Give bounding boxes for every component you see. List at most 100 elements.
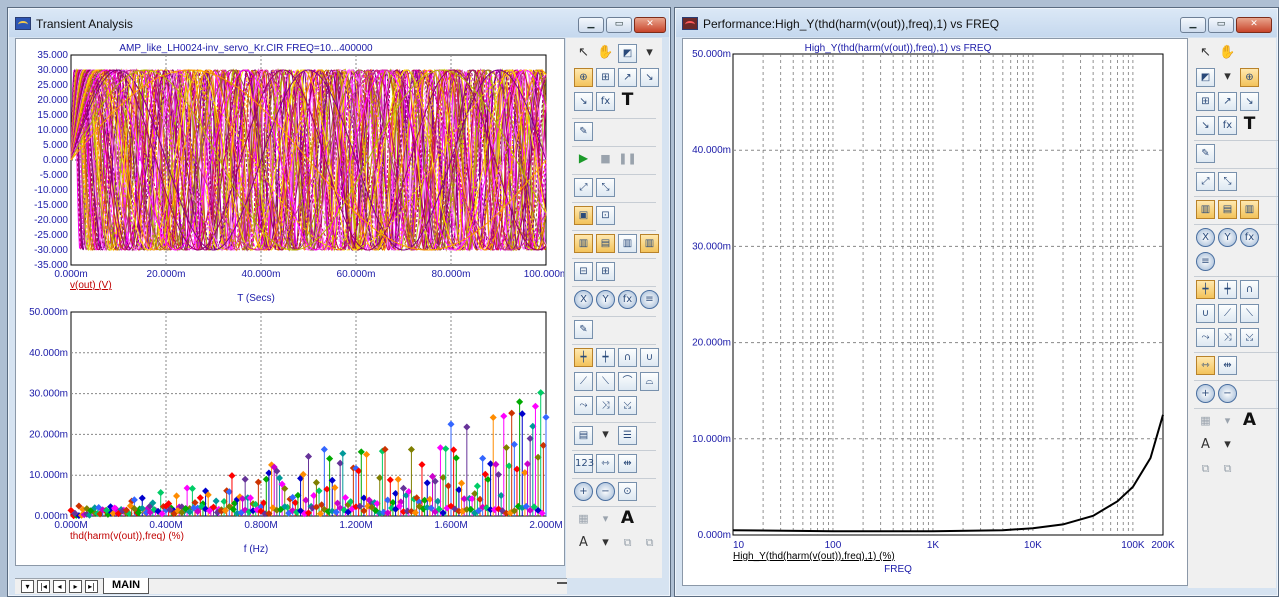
trend-alt-icon[interactable]: ⤨ <box>1218 328 1237 347</box>
table-icon[interactable]: ▤ <box>574 426 593 445</box>
low-icon[interactable]: ∪ <box>1196 304 1215 323</box>
zoom-box-icon[interactable]: ⊕ <box>574 68 593 87</box>
text-style-dropdown-icon[interactable]: ▾ <box>1218 436 1237 455</box>
zoom-in-icon[interactable]: + <box>574 482 593 501</box>
peak-icon[interactable]: ┿ <box>574 348 593 367</box>
first-tab-icon[interactable]: |◂ <box>37 580 50 593</box>
slope-icon[interactable]: ⟋ <box>1218 304 1237 323</box>
cursor-y-icon[interactable]: Y <box>1218 228 1237 247</box>
zoom-box-icon[interactable]: ⊕ <box>1240 68 1259 87</box>
cursor-alt-icon[interactable]: ⤡ <box>1218 172 1237 191</box>
cursor-fx-icon[interactable]: fx <box>618 290 637 309</box>
text-style-dropdown-icon[interactable]: ▾ <box>596 534 615 553</box>
cursor-menu-icon[interactable]: ≡ <box>640 290 659 309</box>
text-style-icon[interactable]: A <box>574 534 593 553</box>
zoom-out-icon[interactable]: − <box>596 482 615 501</box>
stop-icon[interactable]: ■ <box>596 150 615 169</box>
cursor-menu-icon[interactable]: ≡ <box>1196 252 1215 271</box>
zoom-fit-icon[interactable]: ⊞ <box>596 68 615 87</box>
next-tab-icon[interactable]: ▸ <box>69 580 82 593</box>
tab-main[interactable]: MAIN <box>103 578 150 594</box>
pause-icon[interactable]: ❚❚ <box>618 150 637 169</box>
maximize-button[interactable]: ▭ <box>606 17 632 33</box>
horiz-grid-icon[interactable]: ⊟ <box>574 262 593 281</box>
zoom-x-icon[interactable]: ↗ <box>618 68 637 87</box>
stack-icon[interactable]: ▥ <box>574 234 593 253</box>
cursor-alt-icon[interactable]: ⤡ <box>596 178 615 197</box>
zoom-in-icon[interactable]: + <box>1196 384 1215 403</box>
span-icon[interactable]: ⇿ <box>1196 356 1215 375</box>
maximize-button[interactable]: ▭ <box>1208 17 1234 33</box>
slope-icon[interactable]: ⟋ <box>574 372 593 391</box>
prev-tab-icon[interactable]: ◂ <box>53 580 66 593</box>
function-icon[interactable]: fx <box>596 92 615 111</box>
low-icon[interactable]: ∪ <box>640 348 659 367</box>
stack-alt-icon[interactable]: ▤ <box>596 234 615 253</box>
paste-icon[interactable]: ⧉ <box>1218 460 1237 479</box>
layout-dropdown-icon[interactable]: ▾ <box>1218 412 1237 431</box>
zoom-y-icon[interactable]: ↘ <box>1240 92 1259 111</box>
tab-scroll-handle[interactable] <box>557 582 567 590</box>
cursor-icon[interactable]: ⤢ <box>574 178 593 197</box>
function-icon[interactable]: fx <box>1218 116 1237 135</box>
slope-down-icon[interactable]: ⟍ <box>596 372 615 391</box>
view-options-icon[interactable]: ◩ <box>618 44 637 63</box>
curve-icon[interactable]: ⌒ <box>618 372 637 391</box>
paste-icon[interactable]: ⧉ <box>640 534 659 553</box>
zoom-x-icon[interactable]: ↗ <box>1218 92 1237 111</box>
font-icon[interactable]: A <box>618 510 637 529</box>
cursor-icon[interactable]: ⤢ <box>1196 172 1215 191</box>
stack-3-icon[interactable]: ▥ <box>1240 200 1259 219</box>
scale-icon[interactable]: ↘ <box>574 92 593 111</box>
zoom-fit-icon[interactable]: ⊞ <box>1196 92 1215 111</box>
copy-icon[interactable]: ⧉ <box>618 534 637 553</box>
close-button[interactable]: ✕ <box>634 17 666 33</box>
span-alt-icon[interactable]: ⇹ <box>618 454 637 473</box>
scale-icon[interactable]: ↘ <box>1196 116 1215 135</box>
title-bar[interactable]: Transient Analysis ▁ ▭ ✕ <box>9 9 669 37</box>
high-icon[interactable]: ∩ <box>618 348 637 367</box>
span-icon[interactable]: ⇿ <box>596 454 615 473</box>
frame-icon[interactable]: ▣ <box>574 206 593 225</box>
frame-alt-icon[interactable]: ⊡ <box>596 206 615 225</box>
cursor-x-icon[interactable]: X <box>574 290 593 309</box>
zoom-out-icon[interactable]: − <box>1218 384 1237 403</box>
cursor-y-icon[interactable]: Y <box>596 290 615 309</box>
select-arrow-icon[interactable]: ↖ <box>574 44 593 63</box>
layout-dropdown-icon[interactable]: ▾ <box>596 510 615 529</box>
copy-icon[interactable]: ⧉ <box>1196 460 1215 479</box>
table-dropdown-icon[interactable]: ▾ <box>596 426 615 445</box>
text-style-icon[interactable]: A <box>1196 436 1215 455</box>
dropdown-icon[interactable]: ▾ <box>640 44 659 63</box>
stack-4-icon[interactable]: ▥ <box>640 234 659 253</box>
minimize-button[interactable]: ▁ <box>1180 17 1206 33</box>
span-alt-icon[interactable]: ⇹ <box>1218 356 1237 375</box>
stack-3-icon[interactable]: ▥ <box>618 234 637 253</box>
trend-icon[interactable]: ⤳ <box>574 396 593 415</box>
dropdown-icon[interactable]: ▾ <box>1218 68 1237 87</box>
font-icon[interactable]: A <box>1240 412 1259 431</box>
peak-icon[interactable]: ┿ <box>1196 280 1215 299</box>
numbers-icon[interactable]: 123 <box>574 454 594 473</box>
title-bar[interactable]: Performance:High_Y(thd(harm(v(out)),freq… <box>676 9 1277 37</box>
tab-menu-icon[interactable]: ▾ <box>21 580 34 593</box>
stack-alt-icon[interactable]: ▤ <box>1218 200 1237 219</box>
perf-y-label[interactable]: High_Y(thd(harm(v(out)),freq),1) (%) <box>733 551 895 562</box>
slope-down-icon[interactable]: ⟍ <box>1240 304 1259 323</box>
top-y-label[interactable]: v(out) (V) <box>70 280 112 291</box>
last-tab-icon[interactable]: ▸| <box>85 580 98 593</box>
properties-icon[interactable]: ✎ <box>1196 144 1215 163</box>
edit-icon[interactable]: ✎ <box>574 320 593 339</box>
select-arrow-icon[interactable]: ↖ <box>1196 44 1215 63</box>
stack-icon[interactable]: ▥ <box>1196 200 1215 219</box>
run-icon[interactable]: ▶ <box>574 150 593 169</box>
trend-3-icon[interactable]: ⤩ <box>1240 328 1259 347</box>
perf-plot-frame[interactable] <box>732 53 1164 536</box>
trend-3-icon[interactable]: ⤩ <box>618 396 637 415</box>
cursor-x-icon[interactable]: X <box>1196 228 1215 247</box>
valley-icon[interactable]: ┿ <box>1218 280 1237 299</box>
grid-icon[interactable]: ⊞ <box>596 262 615 281</box>
zoom-reset-icon[interactable]: ⊙ <box>618 482 637 501</box>
pan-hand-icon[interactable]: ✋ <box>1218 44 1237 63</box>
pan-hand-icon[interactable]: ✋ <box>596 44 615 63</box>
